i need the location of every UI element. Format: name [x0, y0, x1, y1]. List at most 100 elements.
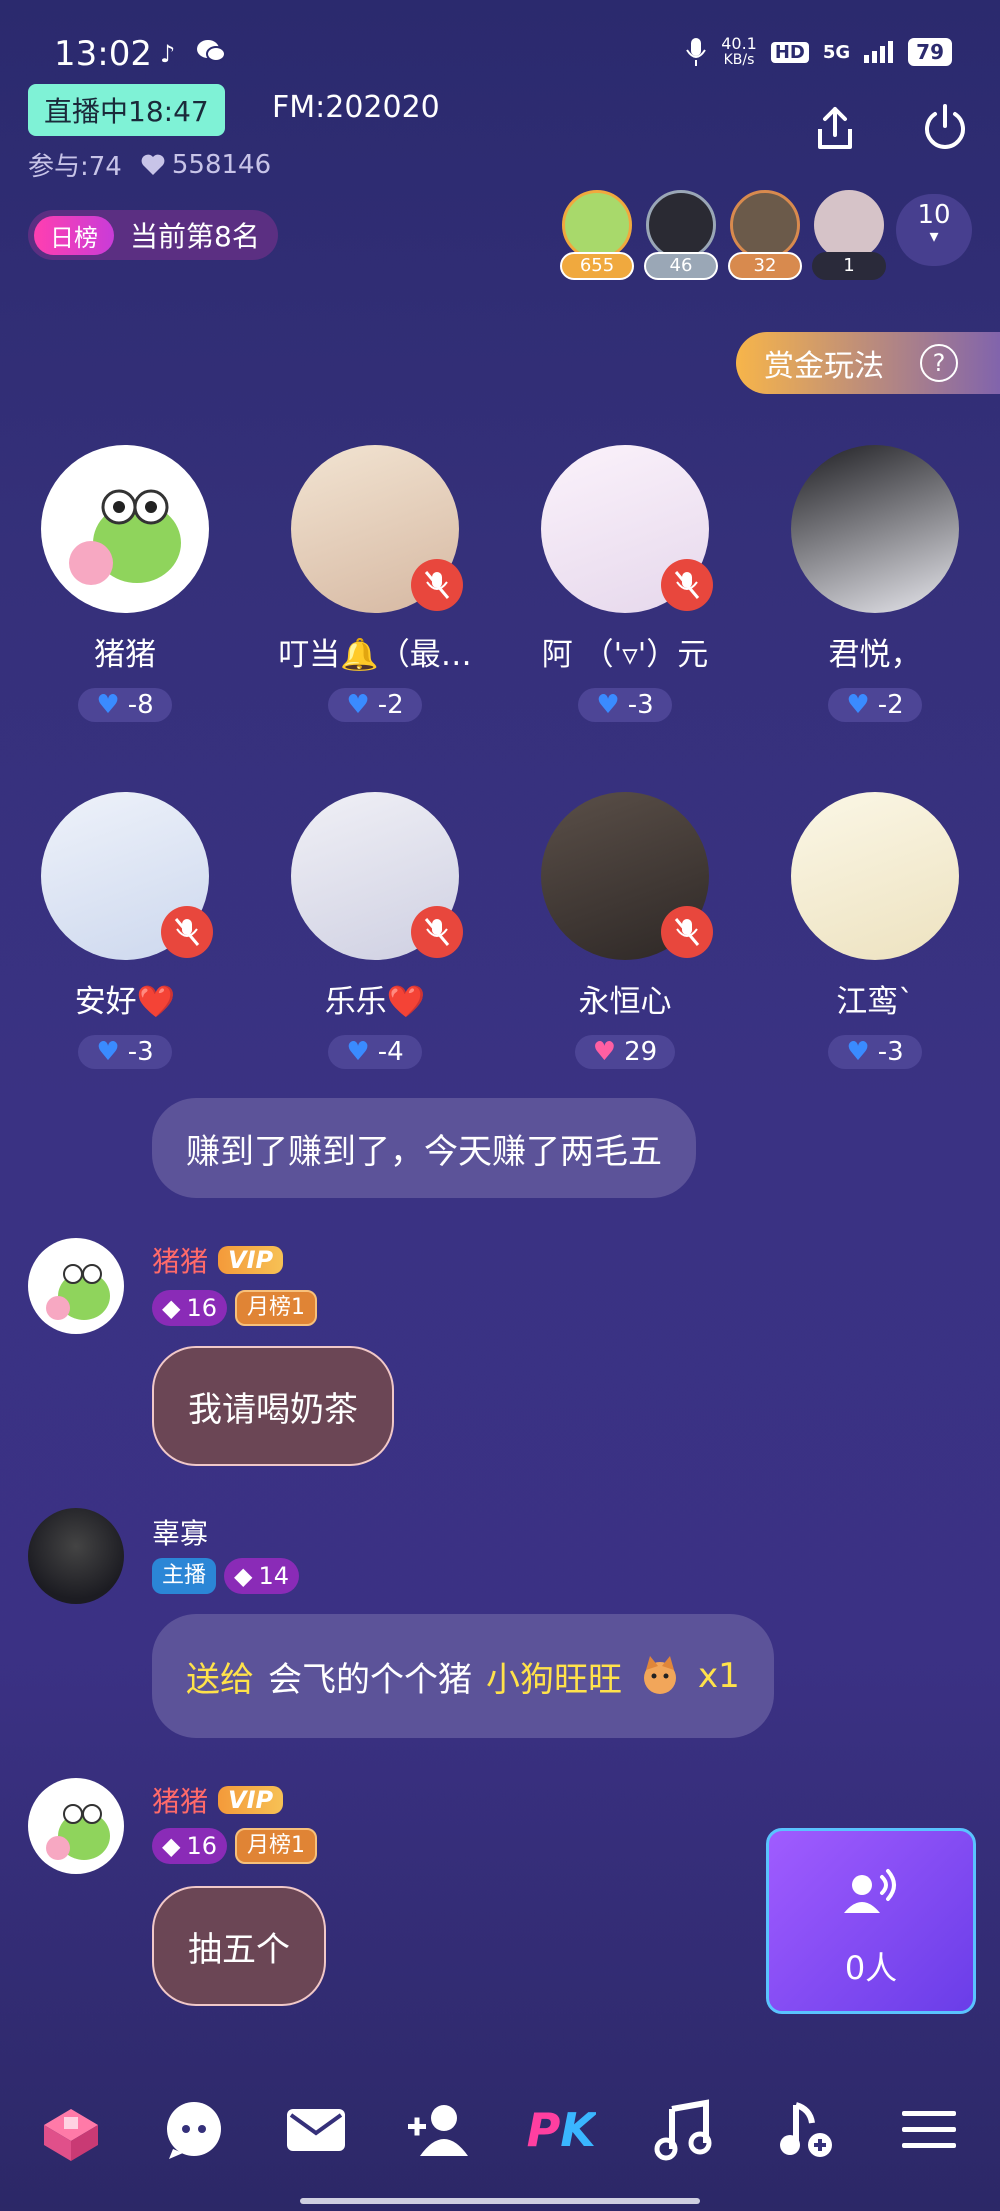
exit-button[interactable] [915, 98, 975, 158]
home-indicator[interactable] [300, 2198, 700, 2204]
power-icon [925, 104, 965, 149]
avatar [814, 190, 884, 260]
pk-button[interactable]: PK [521, 2090, 601, 2170]
seat-name: 君悦， [828, 637, 922, 673]
seat-points: ♥ 29 [574, 1035, 676, 1069]
seat-4[interactable]: 君悦， ♥ -2 [775, 445, 975, 722]
seat-points: ♥ -2 [328, 688, 422, 722]
level-badge: ◆ 14 [224, 1558, 300, 1594]
heart-icon: ♥ [596, 690, 620, 720]
chat-message-bubble: 我请喝奶茶 [152, 1346, 394, 1466]
chat-button[interactable] [154, 2090, 234, 2170]
points-value: 29 [624, 1037, 658, 1067]
pk-label: PK [526, 2103, 596, 2157]
daily-rank-pill[interactable]: 日榜 当前第8名 [28, 210, 278, 260]
chat-tags: ◆ 16 月榜1 [152, 1290, 318, 1326]
avatar [291, 445, 463, 613]
chat-username[interactable]: 辜寡 [152, 1512, 208, 1552]
live-duration-badge: 直播中18:47 [28, 84, 225, 136]
queue-count: 0人 [844, 1949, 898, 1987]
points-value: -3 [627, 690, 654, 720]
gift-count: x1 [698, 1656, 740, 1696]
seat-5[interactable]: 安好❤️ ♥ -3 [25, 792, 225, 1069]
seat-name: 安好❤️ [74, 984, 176, 1020]
points-value: -8 [127, 690, 154, 720]
mail-button[interactable] [276, 2090, 356, 2170]
points-value: -4 [377, 1037, 404, 1067]
seat-2[interactable]: 叮当🔔（最… ♥ -2 [275, 445, 475, 722]
audience-count-button[interactable]: 10 ▾ [896, 194, 972, 266]
chat-header: 猪猪 VIP [152, 1240, 284, 1280]
top-user-2[interactable]: 46 [644, 190, 718, 280]
chat-icon [166, 2102, 221, 2159]
chat-header: 猪猪 VIP [152, 1780, 284, 1820]
net-unit: KB/s [723, 52, 755, 68]
diamond-icon: ◆ [162, 1294, 181, 1322]
avatar [562, 190, 632, 260]
avatar[interactable] [28, 1508, 124, 1604]
rank-tag: 日榜 [34, 215, 114, 255]
bounty-button[interactable]: 赏金玩法 ? [736, 332, 1000, 394]
mic-muted-icon [411, 559, 463, 611]
chevron-down-icon: ▾ [929, 226, 939, 247]
avatar[interactable] [28, 1238, 124, 1334]
monthly-rank-badge: 月榜1 [235, 1828, 318, 1864]
seat-points: ♥ -2 [828, 688, 922, 722]
add-music-button[interactable] [766, 2090, 846, 2170]
avatar [646, 190, 716, 260]
seat-points: ♥ -3 [578, 688, 672, 722]
seat-1[interactable]: 猪猪 ♥ -8 [25, 445, 225, 722]
chat-username[interactable]: 猪猪 [152, 1240, 208, 1280]
seat-name: 叮当🔔（最… [278, 637, 472, 673]
chat-username[interactable]: 猪猪 [152, 1780, 208, 1820]
add-user-icon [407, 2105, 468, 2156]
heart-icon: ♥ [592, 1037, 617, 1067]
seat-6[interactable]: 乐乐❤️ ♥ -4 [275, 792, 475, 1069]
top-user-4[interactable]: 1 [812, 190, 886, 280]
frog-avatar-icon [46, 1804, 110, 1860]
participants-count: 参与:74 [28, 152, 122, 182]
top-contributors: 655 46 32 1 [560, 190, 886, 280]
store-button[interactable] [31, 2090, 111, 2170]
avatar[interactable] [28, 1778, 124, 1874]
points-value: -3 [127, 1037, 154, 1067]
seat-name: 猪猪 [94, 637, 156, 673]
top-user-1[interactable]: 655 [560, 190, 634, 280]
host-badge: 主播 [152, 1558, 217, 1594]
heart-icon: ♥ [846, 1037, 870, 1067]
points-value: -2 [877, 690, 904, 720]
seat-name: 江鸾` [836, 984, 914, 1020]
status-time: 13:02 [54, 34, 152, 74]
gift-recipient: 会飞的个个猪 [268, 1659, 472, 1700]
contribution-score: 46 [644, 252, 718, 280]
menu-button[interactable] [889, 2090, 969, 2170]
contribution-score: 655 [560, 252, 634, 280]
mic-queue-button[interactable]: 0人 [766, 1828, 976, 2014]
mail-icon [287, 2109, 346, 2151]
avatar [41, 445, 209, 613]
frog-avatar-icon [46, 1264, 110, 1320]
avatar [291, 792, 463, 960]
heart-icon: ♥ [96, 1037, 120, 1067]
bottom-toolbar: PK [0, 2080, 1000, 2180]
tiktok-icon: ♪ [160, 40, 176, 68]
seat-8[interactable]: 江鸾` ♥ -3 [775, 792, 975, 1069]
add-user-button[interactable] [399, 2090, 479, 2170]
heart-icon: ♥ [346, 1037, 370, 1067]
level-value: 14 [258, 1562, 290, 1590]
chat-tags: 主播 ◆ 14 [152, 1558, 300, 1594]
top-user-3[interactable]: 32 [728, 190, 802, 280]
music-icon [654, 2099, 712, 2161]
seat-3[interactable]: 阿 （'▿'）元 ♥ -3 [525, 445, 725, 722]
help-icon[interactable]: ? [920, 344, 958, 382]
chat-message-bubble: 赚到了赚到了，今天赚了两毛五 [152, 1098, 696, 1198]
avatar [791, 445, 959, 613]
seat-7[interactable]: 永恒心 ♥ 29 [525, 792, 725, 1069]
level-badge: ◆ 16 [152, 1828, 228, 1864]
music-button[interactable] [644, 2090, 724, 2170]
monthly-rank-badge: 月榜1 [235, 1290, 318, 1326]
share-button[interactable] [805, 98, 865, 158]
signal-icon [864, 41, 894, 63]
points-value: -3 [877, 1037, 904, 1067]
seat-name: 永恒心 [578, 984, 672, 1020]
